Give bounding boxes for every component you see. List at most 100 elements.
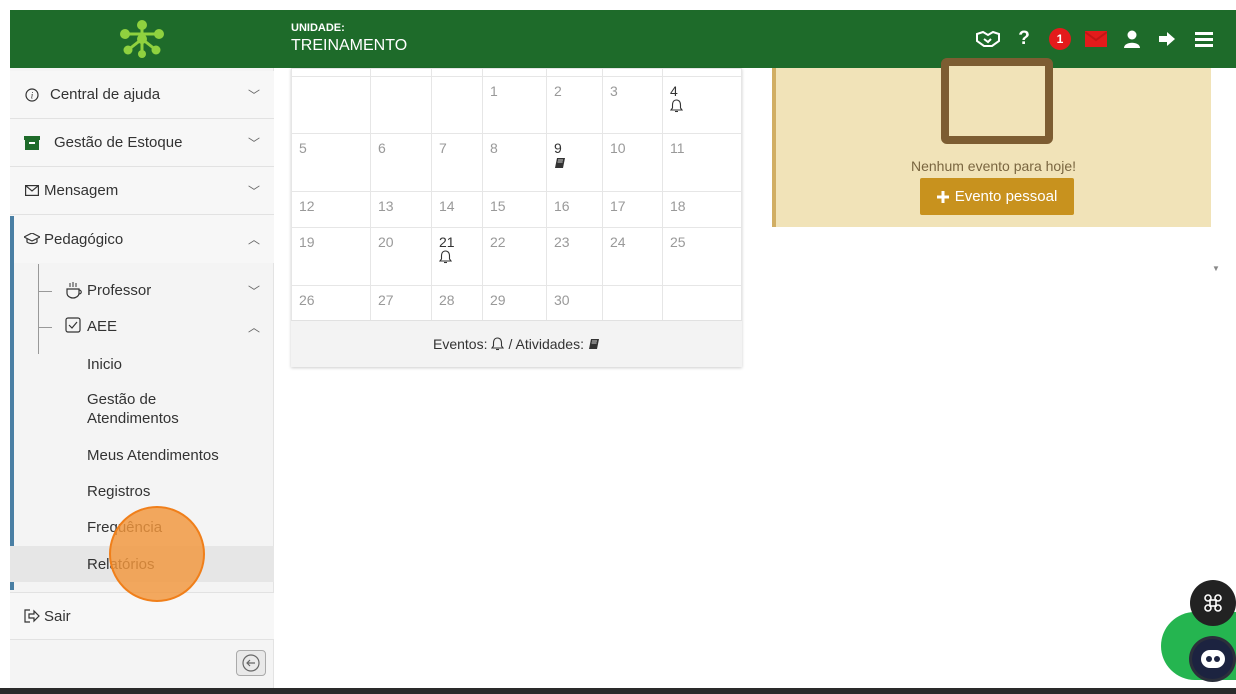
calendar-day[interactable]: 15 (482, 191, 547, 228)
sidebar-item-label: Central de ajuda (50, 86, 161, 103)
calendar-day-with-event[interactable]: 4 (662, 76, 742, 134)
legend-activities-label: / Atividades: (508, 336, 584, 352)
scroll-down-arrow[interactable]: ▼ (1212, 264, 1220, 273)
user-icon[interactable] (1114, 21, 1150, 57)
calendar-day-with-activity[interactable]: 9 (546, 133, 603, 192)
sidebar-item-label: Pedagógico (44, 230, 124, 248)
calendar-day[interactable]: 19 (291, 227, 371, 286)
svg-text:i: i (31, 90, 34, 100)
bottom-bar (0, 688, 1236, 694)
calendar-day (602, 285, 663, 321)
calendar-day[interactable]: 30 (546, 285, 603, 321)
calendar-week: 12 13 14 15 16 17 18 (291, 191, 742, 228)
calendar-day[interactable]: 28 (431, 285, 483, 321)
app-logo[interactable] (10, 10, 274, 68)
calendar-day[interactable]: 8 (482, 133, 547, 192)
calendar-day[interactable]: 5 (291, 133, 371, 192)
calendar-day[interactable]: 1 (482, 76, 547, 134)
logout-icon[interactable] (1150, 21, 1186, 57)
calendar-day (370, 76, 432, 134)
sidebar-item-central-de-ajuda[interactable]: i Central de ajuda ﹀ (10, 71, 274, 119)
sidebar-subitem-professor[interactable]: Professor ﹀ (10, 277, 274, 305)
no-events-message: Nenhum evento para hoje! (911, 158, 1076, 174)
sidebar-item-mensagem[interactable]: Mensagem ﹀ (10, 167, 274, 215)
help-icon[interactable]: ? (1006, 21, 1042, 57)
envelope-icon (22, 185, 42, 196)
command-icon (1204, 594, 1222, 612)
calendar-day[interactable]: 6 (370, 133, 432, 192)
calendar-day-number: 9 (554, 140, 562, 156)
sidebar-subitem-aee[interactable]: AEE ︿ (10, 313, 274, 341)
calendar-day[interactable]: 14 (431, 191, 483, 228)
unit-name: TREINAMENTO (291, 37, 408, 54)
calendar-day[interactable]: 7 (431, 133, 483, 192)
click-indicator (109, 506, 205, 602)
coffee-icon (65, 281, 83, 303)
book-icon (588, 339, 599, 349)
calendar-legend: Eventos: / Atividades: (291, 320, 742, 367)
calendar-day[interactable]: 22 (482, 227, 547, 286)
calendar-day-with-event[interactable]: 21 (431, 227, 483, 286)
calendar-day[interactable]: 27 (370, 285, 432, 321)
calendar-day[interactable]: 20 (370, 227, 432, 286)
unit-info: UNIDADE: TREINAMENTO (274, 21, 407, 57)
collapse-sidebar-button[interactable] (236, 650, 266, 676)
notifications-button[interactable]: 1 (1042, 21, 1078, 57)
calendar-week: 5 6 7 8 9 10 11 (291, 133, 742, 192)
calendar-day[interactable]: 17 (602, 191, 663, 228)
calendar: 1 2 3 4 5 6 7 8 9 10 11 12 13 14 15 16 1… (291, 68, 742, 367)
sidebar: i Central de ajuda ﹀ Gestão de Estoque ﹀… (10, 68, 274, 694)
sidebar-link-gestao-de-atendimentos[interactable]: Gestão de Atendimentos (10, 388, 274, 430)
sign-out-icon (22, 609, 42, 623)
calendar-day (431, 76, 483, 134)
calendar-day (291, 76, 371, 134)
menu-icon[interactable] (1186, 21, 1222, 57)
calendar-day[interactable]: 18 (662, 191, 742, 228)
calendar-day[interactable]: 13 (370, 191, 432, 228)
chatbot-button[interactable] (1189, 636, 1236, 682)
calendar-grid: 1 2 3 4 5 6 7 8 9 10 11 12 13 14 15 16 1… (291, 68, 742, 321)
calendar-day (662, 285, 742, 321)
plus-icon (936, 190, 949, 203)
calendar-day[interactable]: 25 (662, 227, 742, 286)
calendar-day[interactable]: 3 (602, 76, 663, 134)
sidebar-link-label: Meus Atendimentos (87, 447, 219, 464)
calendar-week: 26 27 28 29 30 (291, 285, 742, 321)
sidebar-item-gestao-de-estoque[interactable]: Gestão de Estoque ﹀ (10, 119, 274, 167)
chevron-up-icon: ︿ (247, 320, 260, 335)
apps-launcher-button[interactable] (1190, 580, 1236, 626)
chevron-down-icon: ﹀ (247, 184, 260, 198)
calendar-week: 1 2 3 4 (291, 76, 742, 134)
sidebar-subitem-label: AEE (87, 318, 118, 335)
chevron-up-icon: ︿ (247, 232, 260, 247)
add-personal-event-button[interactable]: Evento pessoal (920, 178, 1074, 215)
chevron-down-icon: ﹀ (247, 136, 260, 150)
calendar-day[interactable]: 16 (546, 191, 603, 228)
calendar-day[interactable]: 23 (546, 227, 603, 286)
handshake-icon[interactable] (970, 21, 1006, 57)
calendar-day-number: 4 (670, 83, 678, 99)
calendar-day-number: 21 (439, 234, 455, 250)
bell-icon (491, 337, 505, 351)
calendar-day[interactable]: 24 (602, 227, 663, 286)
archive-icon (22, 135, 42, 150)
sidebar-item-pedagogico[interactable]: Pedagógico ︿ (10, 215, 274, 263)
sidebar-link-inicio[interactable]: Inicio (10, 350, 274, 378)
sidebar-link-registros[interactable]: Registros (10, 477, 274, 505)
mail-icon[interactable] (1078, 21, 1114, 57)
calendar-day[interactable]: 2 (546, 76, 603, 134)
sidebar-link-label: Inicio (87, 356, 123, 373)
sidebar-link-meus-atendimentos[interactable]: Meus Atendimentos (10, 441, 274, 469)
unit-label: UNIDADE: (291, 22, 345, 34)
sidebar-item-label: Sair (44, 607, 71, 625)
sidebar-link-label: Gestão de Atendimentos (87, 391, 179, 427)
calendar-day[interactable]: 10 (602, 133, 663, 192)
calendar-day[interactable]: 11 (662, 133, 742, 192)
checklist-icon (65, 317, 81, 337)
today-events-panel: Nenhum evento para hoje! Evento pessoal (772, 58, 1211, 227)
bell-icon (438, 250, 453, 264)
calendar-day[interactable]: 12 (291, 191, 371, 228)
calendar-day[interactable]: 29 (482, 285, 547, 321)
calendar-day[interactable]: 26 (291, 285, 371, 321)
arrow-left-circle-icon (242, 654, 260, 672)
